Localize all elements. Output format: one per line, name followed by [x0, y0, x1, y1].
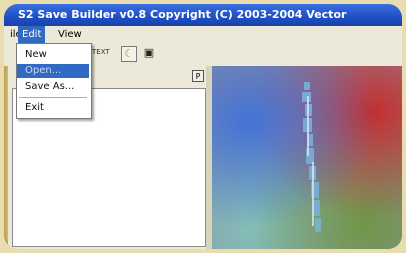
toolbar-text-button[interactable]: TEXT [92, 48, 110, 56]
preview-graphic [302, 82, 321, 232]
floppy-icon[interactable]: ▣ [141, 46, 157, 62]
menu-edit[interactable]: Edit [18, 26, 46, 43]
preview-block [304, 82, 310, 90]
menu-view[interactable]: View [54, 26, 86, 43]
menu-item-save-as[interactable]: Save As... [17, 80, 89, 94]
preview-block [313, 200, 320, 216]
menu-bar: ile Edit View [4, 26, 402, 43]
lightbulb-icon[interactable]: ☾ [121, 46, 137, 62]
preview-highlight [312, 162, 314, 226]
window-title: S2 Save Builder v0.8 Copyright (C) 2003-… [18, 8, 347, 21]
preview-highlight [307, 96, 309, 156]
menu-item-new[interactable]: New [17, 48, 89, 62]
menu-separator [19, 97, 87, 98]
p-button[interactable]: P [192, 70, 204, 82]
application-window: S2 Save Builder v0.8 Copyright (C) 2003-… [4, 4, 402, 249]
preview-block [302, 92, 311, 102]
title-bar[interactable]: S2 Save Builder v0.8 Copyright (C) 2003-… [4, 4, 402, 26]
menu-item-open[interactable]: Open... [17, 64, 89, 78]
preview-canvas[interactable] [212, 66, 402, 249]
menu-item-exit[interactable]: Exit [17, 101, 89, 115]
preview-block [315, 218, 321, 232]
edit-dropdown-menu: New Open... Save As... Exit [16, 43, 92, 119]
